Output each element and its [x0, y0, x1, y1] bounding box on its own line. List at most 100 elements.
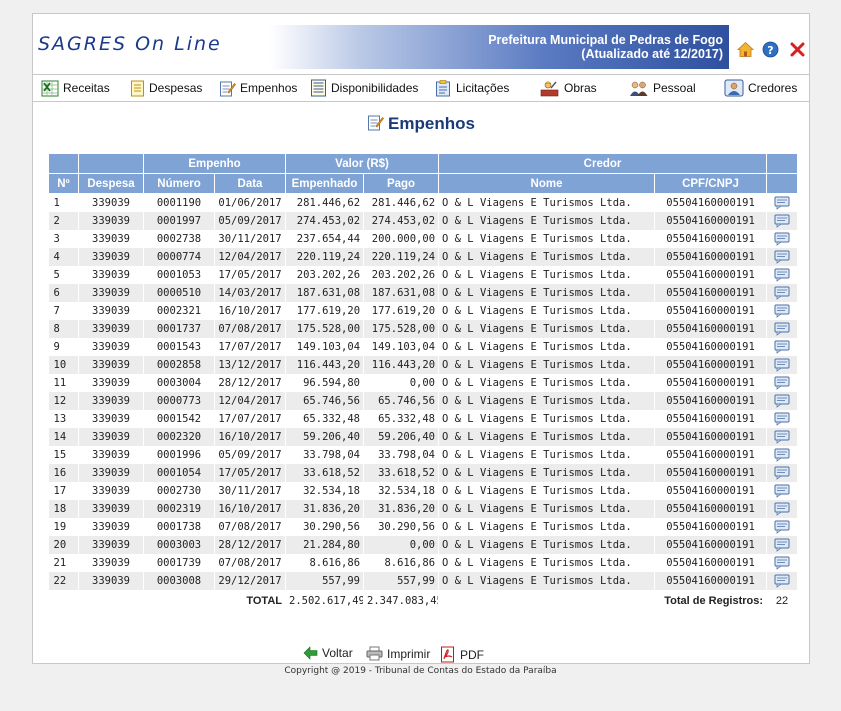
details-icon[interactable]: [774, 448, 790, 462]
cell-data: 30/11/2017: [214, 482, 287, 500]
cell-despesa: 339039: [78, 338, 144, 356]
cell-nome: O & L Viagens E Turismos Ltda.: [438, 518, 656, 536]
column-header-numero-ordem[interactable]: Nº: [48, 173, 79, 194]
details-icon[interactable]: [774, 232, 790, 246]
details-icon[interactable]: [774, 466, 790, 480]
cell-numero-ordem: 17: [48, 482, 79, 500]
cell-numero-ordem: 15: [48, 446, 79, 464]
column-header-empenhado[interactable]: Empenhado: [285, 173, 365, 194]
cell-numero: 0001543: [143, 338, 215, 356]
column-header-cpf-cnpj[interactable]: CPF/CNPJ: [654, 173, 768, 194]
cell-numero: 0001737: [143, 320, 215, 338]
cell-nome: O & L Viagens E Turismos Ltda.: [438, 392, 656, 410]
details-icon[interactable]: [774, 196, 790, 210]
details-icon[interactable]: [774, 484, 790, 498]
details-icon[interactable]: [774, 520, 790, 534]
column-header-despesa[interactable]: Despesa: [78, 173, 144, 194]
cell-numero: 0001997: [143, 212, 215, 230]
cell-numero-ordem: 12: [48, 392, 79, 410]
details-icon[interactable]: [774, 430, 790, 444]
cell-nome: O & L Viagens E Turismos Ltda.: [438, 248, 656, 266]
menu-label: Receitas: [63, 81, 110, 95]
home-icon[interactable]: [737, 41, 754, 58]
cell-data: 01/06/2017: [214, 193, 287, 212]
column-header-nome[interactable]: Nome: [438, 173, 656, 194]
cell-nome: O & L Viagens E Turismos Ltda.: [438, 302, 656, 320]
details-icon[interactable]: [774, 556, 790, 570]
menu-item-disponibilidades[interactable]: Disponibilidades: [310, 79, 418, 97]
details-icon[interactable]: [774, 340, 790, 354]
details-icon[interactable]: [774, 502, 790, 516]
cell-data: 12/04/2017: [214, 392, 287, 410]
details-icon[interactable]: [774, 304, 790, 318]
cell-despesa: 339039: [78, 446, 144, 464]
total-pago: 2.347.083,45: [363, 590, 440, 612]
cell-despesa: 339039: [78, 230, 144, 248]
menu-label: Despesas: [149, 81, 203, 95]
menu-item-licitacoes[interactable]: Licitações: [435, 79, 509, 97]
details-cell: [766, 554, 799, 572]
cell-cpf-cnpj: 05504160000191: [654, 482, 768, 500]
cell-despesa: 339039: [78, 500, 144, 518]
details-icon[interactable]: [774, 358, 790, 372]
imprimir-link[interactable]: Imprimir: [366, 646, 430, 661]
voltar-link[interactable]: Voltar: [303, 646, 353, 660]
details-icon[interactable]: [774, 412, 790, 426]
menu-item-credores[interactable]: Credores: [724, 79, 797, 97]
cell-nome: O & L Viagens E Turismos Ltda.: [438, 374, 656, 392]
cell-nome: O & L Viagens E Turismos Ltda.: [438, 212, 656, 230]
details-icon[interactable]: [774, 286, 790, 300]
cell-pago: 0,00: [363, 536, 440, 554]
cell-nome: O & L Viagens E Turismos Ltda.: [438, 410, 656, 428]
cell-nome: O & L Viagens E Turismos Ltda.: [438, 338, 656, 356]
org-name: Prefeitura Municipal de Pedras de Fogo: [488, 33, 723, 47]
cell-empenhado: 281.446,62: [285, 193, 365, 212]
details-icon[interactable]: [774, 268, 790, 282]
column-header-pago[interactable]: Pago: [363, 173, 440, 194]
cell-numero-ordem: 8: [48, 320, 79, 338]
menu-item-pessoal[interactable]: Pessoal: [629, 79, 696, 97]
cell-data: 07/08/2017: [214, 518, 287, 536]
cell-pago: 8.616,86: [363, 554, 440, 572]
close-icon[interactable]: [789, 41, 806, 58]
cell-cpf-cnpj: 05504160000191: [654, 374, 768, 392]
help-icon[interactable]: ?: [762, 41, 779, 58]
details-icon[interactable]: [774, 574, 790, 588]
table-row: 15 339039 0001996 05/09/2017 33.798,04 33.798…: [48, 446, 799, 464]
cell-cpf-cnpj: 05504160000191: [654, 464, 768, 482]
cell-numero-ordem: 14: [48, 428, 79, 446]
pdf-link[interactable]: PDF: [440, 646, 484, 663]
cell-cpf-cnpj: 05504160000191: [654, 248, 768, 266]
cell-despesa: 339039: [78, 193, 144, 212]
cell-empenhado: 203.202,26: [285, 266, 365, 284]
table-row: 14 339039 0002320 16/10/2017 59.206,40 59.206…: [48, 428, 799, 446]
cell-nome: O & L Viagens E Turismos Ltda.: [438, 536, 656, 554]
details-icon[interactable]: [774, 322, 790, 336]
column-header-details: [766, 173, 799, 194]
cell-pago: 33.618,52: [363, 464, 440, 482]
cell-numero-ordem: 22: [48, 572, 79, 590]
cell-numero: 0002320: [143, 428, 215, 446]
cell-cpf-cnpj: 05504160000191: [654, 536, 768, 554]
details-icon[interactable]: [774, 394, 790, 408]
menu-item-receitas[interactable]: Receitas: [41, 79, 110, 97]
cell-despesa: 339039: [78, 284, 144, 302]
details-icon[interactable]: [774, 538, 790, 552]
details-icon[interactable]: [774, 214, 790, 228]
menu-item-obras[interactable]: Obras: [540, 79, 597, 97]
menu-item-despesas[interactable]: Despesas: [130, 79, 202, 97]
registros-count: 22: [766, 590, 799, 612]
column-header-numero[interactable]: Número: [143, 173, 215, 194]
svg-text:?: ?: [767, 44, 773, 57]
cell-nome: O & L Viagens E Turismos Ltda.: [438, 266, 656, 284]
cell-empenhado: 177.619,20: [285, 302, 365, 320]
details-cell: [766, 338, 799, 356]
cell-numero-ordem: 11: [48, 374, 79, 392]
column-header-data[interactable]: Data: [213, 173, 287, 194]
details-icon[interactable]: [774, 376, 790, 390]
cell-numero: 0001996: [143, 446, 215, 464]
cell-pago: 116.443,20: [363, 356, 440, 374]
menu-item-empenhos[interactable]: Empenhos: [219, 79, 297, 97]
details-icon[interactable]: [774, 250, 790, 264]
cell-cpf-cnpj: 05504160000191: [654, 212, 768, 230]
